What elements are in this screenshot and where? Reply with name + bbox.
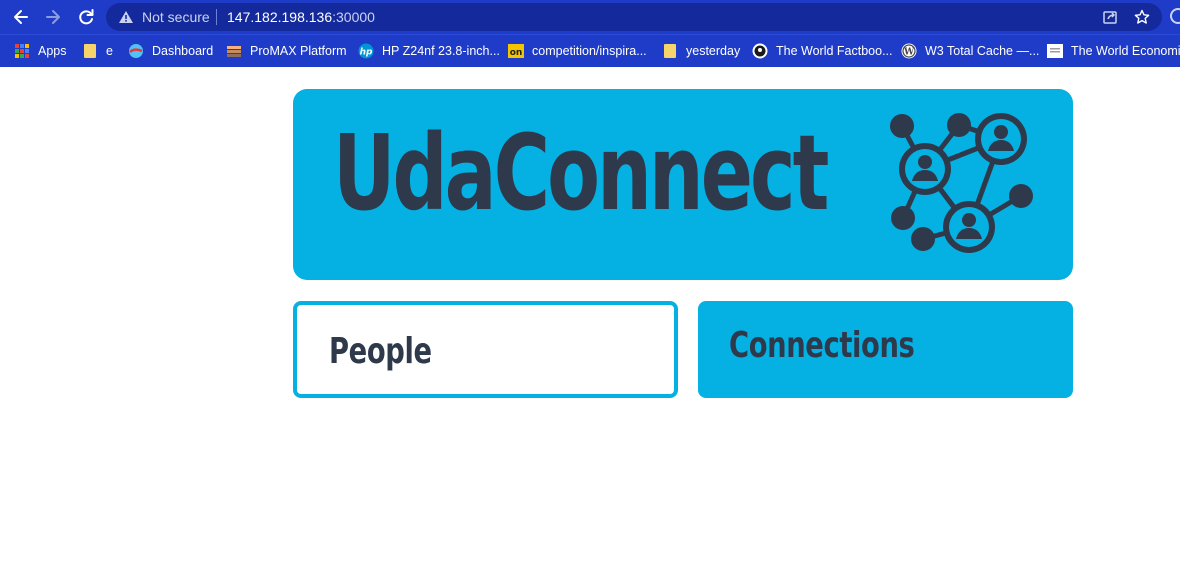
back-arrow-icon [14,10,28,24]
url-host: 147.182.198.136 [227,9,333,25]
svg-text:on: on [510,48,523,58]
bookmark-w3-total-cache[interactable]: W W3 Total Cache —... [901,41,1039,61]
on-icon: on [508,43,524,59]
bookmarks-bar: Apps e Dashboard ProMAX Platform hp HP Z… [0,34,1180,67]
forward-button[interactable] [42,6,64,28]
bookmark-star-icon[interactable] [1134,9,1150,25]
forward-arrow-icon [46,10,60,24]
people-network-icon [890,113,1033,253]
bookmark-label: yesterday [686,44,741,58]
connections-card[interactable]: Connections [698,301,1073,398]
bookmark-promax[interactable]: ProMAX Platform [226,41,347,61]
bookmark-label: HP Z24nf 23.8-inch... [382,44,500,58]
folder-icon [82,43,98,59]
cia-seal-icon [752,43,768,59]
omnibox-divider [216,9,217,25]
bookmark-label: competition/inspira... [532,44,647,58]
bookmark-label: W3 Total Cache —... [925,44,1040,58]
reload-icon [79,9,94,25]
wordpress-icon: W [901,43,917,59]
app-title: UdaConnect [333,112,829,234]
bookmark-label: The World Economi... [1071,44,1180,58]
security-label[interactable]: Not secure [142,9,210,25]
people-label: People [329,331,432,372]
bookmark-label: ProMAX Platform [250,44,347,58]
bookmark-apps[interactable]: Apps [14,41,67,61]
url-text[interactable]: 147.182.198.136:30000 [227,9,375,25]
folder-icon [662,43,678,59]
bookmark-world-economic[interactable]: The World Economi... [1047,41,1180,61]
dashboard-icon [128,43,144,59]
back-button[interactable] [10,6,32,28]
browser-toolbar: Not secure 147.182.198.136:30000 [0,0,1180,34]
url-port: :30000 [332,9,375,25]
svg-text:hp: hp [360,48,373,58]
reload-button[interactable] [75,6,97,28]
address-bar[interactable]: Not secure 147.182.198.136:30000 [106,3,1162,31]
bookmark-label: Dashboard [152,44,214,58]
bookmark-label: e [106,44,113,58]
bookmark-competition[interactable]: on competition/inspira... [508,41,647,61]
bookmark-hp[interactable]: hp HP Z24nf 23.8-inch... [358,41,500,61]
promax-icon [226,43,242,59]
connections-label: Connections [729,325,915,366]
page-icon [1047,43,1063,59]
share-icon[interactable] [1102,9,1118,25]
people-card[interactable]: People [293,301,678,398]
apps-grid-icon [14,43,30,59]
bookmark-dashboard[interactable]: Dashboard [128,41,213,61]
bookmark-world-factbook[interactable]: The World Factboo... [752,41,893,61]
bookmark-label: Apps [38,44,67,58]
header-banner: UdaConnect [293,89,1073,280]
hp-icon: hp [358,43,374,59]
svg-text:W: W [903,48,915,58]
profile-icon[interactable] [1170,8,1180,24]
bookmark-e[interactable]: e [82,41,113,61]
bookmark-label: The World Factboo... [776,44,893,58]
warning-icon[interactable] [118,10,134,24]
bookmark-yesterday[interactable]: yesterday [662,41,740,61]
